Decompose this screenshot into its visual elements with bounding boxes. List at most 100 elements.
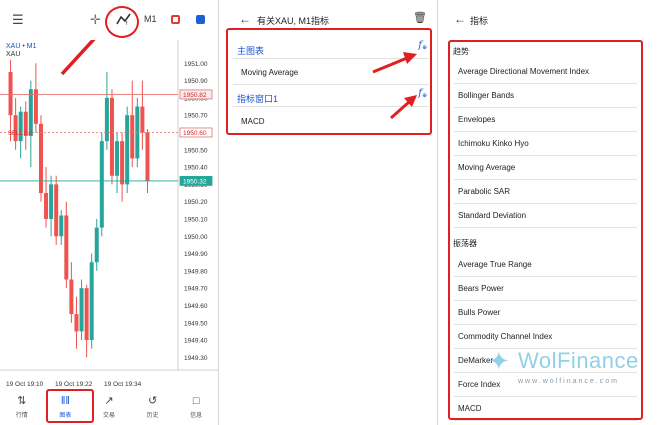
tab-quotes[interactable]: ⇅ 行情 xyxy=(0,390,44,425)
candle xyxy=(130,80,135,168)
watermark-url: www.wolfinance.com xyxy=(518,378,619,385)
time-tick-label: 19 Oct 19:10 xyxy=(6,381,44,388)
arrows-updown-icon: ⇅ xyxy=(17,395,27,407)
candle xyxy=(84,284,89,358)
candle xyxy=(99,132,104,237)
time-tick-label: 19 Oct 19:22 xyxy=(55,381,93,388)
chart-screen: ☰ ✛ f M1 XAU • M1 XAU 1951.00 1950.90 1950… xyxy=(0,0,218,425)
price-tick-label: 1949.60 xyxy=(184,303,208,310)
arrow-left-icon[interactable]: ← xyxy=(239,12,251,26)
candle xyxy=(49,175,54,237)
bid-level-tag-label: 1950.32 xyxy=(183,178,207,185)
price-tick-label: 1950.20 xyxy=(184,199,208,206)
candle-body xyxy=(44,193,49,219)
candle xyxy=(115,132,120,194)
candle-body xyxy=(115,141,120,176)
candle-body xyxy=(84,288,89,341)
price-tick-label: 1949.30 xyxy=(184,355,208,362)
candle-body xyxy=(140,106,145,133)
candle-body xyxy=(145,132,150,181)
candle-body xyxy=(130,115,135,159)
annotation-arrow xyxy=(60,40,96,76)
candle-body xyxy=(59,215,64,237)
candle-body xyxy=(64,215,69,280)
candle-body xyxy=(89,262,94,341)
candle xyxy=(8,59,13,142)
candle xyxy=(33,63,38,133)
crosshair-icon[interactable]: ✛ xyxy=(90,12,101,28)
candle-body xyxy=(54,184,59,237)
hamburger-icon[interactable]: ☰ xyxy=(12,12,24,28)
candle-body xyxy=(104,97,109,142)
trash-icon[interactable]: 🗑 xyxy=(413,11,427,24)
price-tick-label: 1950.40 xyxy=(184,165,208,172)
timeframe-button[interactable]: M1 xyxy=(144,14,157,24)
tab-history-label: 历史 xyxy=(146,413,159,419)
candle-body xyxy=(125,115,130,185)
sell-order-label: SELL 0.0 xyxy=(8,131,33,137)
price-tick-label: 1950.10 xyxy=(184,216,208,223)
page-title: 指标 xyxy=(470,16,489,26)
price-tick-label: 1951.00 xyxy=(184,61,208,68)
candle-body xyxy=(120,141,125,185)
candlestick-chart[interactable]: 1951.001950.901950.801950.701950.601950.… xyxy=(0,40,218,390)
trade-flag-sell-icon[interactable] xyxy=(171,15,180,24)
price-tick-label: 1949.50 xyxy=(184,320,208,327)
wolf-logo-icon: ✦ xyxy=(488,346,510,376)
candle xyxy=(94,218,99,271)
candle-body xyxy=(99,141,104,228)
candle-body xyxy=(13,115,18,142)
candle xyxy=(13,97,18,150)
candle xyxy=(104,71,109,150)
page-title: 有关XAU, M1指标 xyxy=(257,16,330,26)
tab-history[interactable]: ↺ 历史 xyxy=(131,390,175,425)
chart-indicators-screen: ← 有关XAU, M1指标 🗑 主图表 f⊕ Moving Average 指标… xyxy=(219,0,437,425)
candle xyxy=(74,296,79,349)
candle xyxy=(125,106,130,194)
price-tick-label: 1949.70 xyxy=(184,286,208,293)
candle-body xyxy=(109,97,114,176)
ask-level-tag-label: 1950.82 xyxy=(183,92,207,99)
annotation-box-chart-tab xyxy=(46,389,94,423)
arrow-left-icon[interactable]: ← xyxy=(454,12,466,26)
price-tick-label: 1949.90 xyxy=(184,251,208,258)
watermark-brand: WolFinance xyxy=(518,348,639,373)
candle xyxy=(109,89,114,185)
candle-series xyxy=(8,59,150,358)
time-tick-label: 19 Oct 19:34 xyxy=(104,381,142,388)
sell-level-tag-label: 1950.60 xyxy=(183,130,207,137)
candle-body xyxy=(94,227,99,263)
price-tick-label: 1950.00 xyxy=(184,234,208,241)
candle-body xyxy=(38,123,43,194)
candle-body xyxy=(8,71,13,116)
candle xyxy=(69,262,74,323)
bottom-tab-bar: ⇅ 行情 ‖‖ 图表 ↗ 交易 ↺ 历史 □ 信息 xyxy=(0,390,218,425)
price-tick-label: 1949.40 xyxy=(184,338,208,345)
trade-flag-buy-icon[interactable] xyxy=(196,15,205,24)
candle xyxy=(28,80,33,168)
candle xyxy=(145,129,150,194)
history-icon: ↺ xyxy=(147,395,158,407)
candle xyxy=(64,201,69,289)
tab-quotes-label: 行情 xyxy=(15,413,28,419)
candle xyxy=(140,80,145,150)
candle xyxy=(54,175,59,245)
candle xyxy=(38,115,43,202)
price-tick-label: 1950.70 xyxy=(184,113,208,120)
price-tick-label: 1950.50 xyxy=(184,147,208,154)
divider xyxy=(454,420,637,421)
candle-body xyxy=(28,89,33,136)
annotation-circle xyxy=(105,6,139,38)
candle xyxy=(59,210,64,245)
annotation-arrow-2 xyxy=(390,95,417,120)
price-tick-label: 1949.80 xyxy=(184,268,208,275)
candle xyxy=(44,167,49,228)
candle xyxy=(79,279,84,341)
candle-body xyxy=(79,288,84,332)
message-icon: □ xyxy=(192,395,200,407)
candle-body xyxy=(74,314,79,332)
tab-messages-label: 信息 xyxy=(190,413,203,419)
annotation-arrow-1 xyxy=(372,52,417,74)
tab-messages[interactable]: □ 信息 xyxy=(174,390,218,425)
price-tick-label: 1950.90 xyxy=(184,78,208,85)
